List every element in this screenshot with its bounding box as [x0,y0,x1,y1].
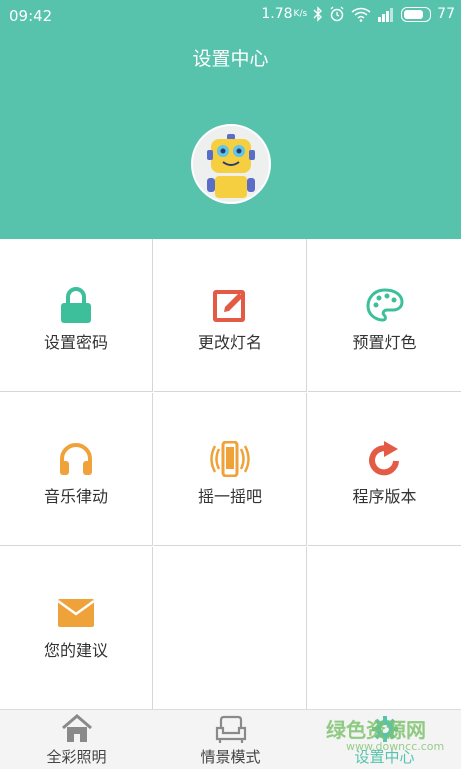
edit-icon [210,285,250,325]
status-icons: 1.78 K/s 77 [261,6,455,22]
status-time: 09:42 [9,7,53,25]
page-title: 设置中心 [192,48,269,70]
preset-color-button[interactable]: 预置灯色 [308,239,461,392]
set-password-button[interactable]: 设置密码 [0,239,153,392]
watermark: 绿色资源网 [326,718,426,742]
sofa-icon [215,715,246,743]
lock-icon [56,285,96,325]
mail-icon [56,593,96,633]
music-rhythm-label: 音乐律动 [43,487,108,506]
battery-level: 77 [437,6,455,22]
shake-button[interactable]: 摇一摇吧 [154,393,307,546]
network-speed: 1.78 [261,6,293,22]
rename-light-label: 更改灯名 [197,333,262,352]
battery-icon [401,6,432,22]
robot-avatar-icon [207,134,255,198]
empty-cell [154,547,307,709]
home-icon [61,714,92,742]
feedback-label: 您的建议 [43,641,108,660]
tab-scene-mode[interactable]: 情景模式 [154,710,307,769]
palette-icon [365,285,405,325]
bluetooth-icon [313,6,323,22]
feedback-button[interactable]: 您的建议 [0,547,153,709]
signal-icon [378,7,394,22]
network-speed-unit: K/s [293,9,308,19]
settings-grid: 设置密码 更改灯名 预置灯色 音乐律动 摇一摇吧 程序版本 您的建议 [0,239,461,709]
watermark-url: www.downcc.com [346,740,445,753]
tab-full-color-lighting[interactable]: 全彩照明 [0,710,153,769]
app-version-button[interactable]: 程序版本 [308,393,461,546]
empty-cell [308,547,461,709]
tab-label: 全彩照明 [46,748,107,766]
refresh-icon [365,439,405,479]
wifi-icon [351,7,371,22]
preset-color-label: 预置灯色 [352,333,417,352]
avatar[interactable] [191,124,271,204]
set-password-label: 设置密码 [43,333,108,352]
rename-light-button[interactable]: 更改灯名 [154,239,307,392]
shake-phone-icon [210,439,250,479]
tab-label: 情景模式 [200,748,261,766]
app-version-label: 程序版本 [352,487,417,506]
alarm-icon [330,6,344,22]
status-bar: 09:42 1.78 K/s 77 [0,0,461,32]
shake-label: 摇一摇吧 [197,487,262,506]
headphones-icon [56,439,96,479]
music-rhythm-button[interactable]: 音乐律动 [0,393,153,546]
